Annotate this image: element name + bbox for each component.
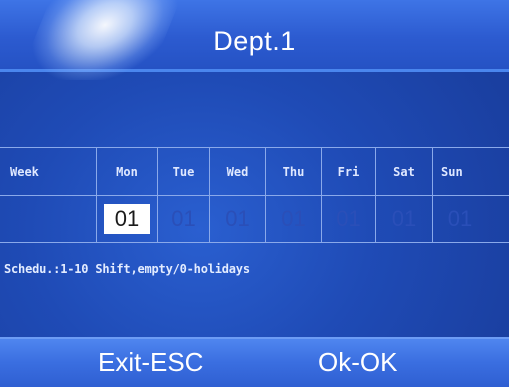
- row-label-cell: [0, 195, 97, 243]
- schedule-value-sun[interactable]: 01: [437, 204, 483, 234]
- weekday-header-row: Week Mon Tue Wed Thu Fri Sat Sun: [0, 147, 509, 195]
- value-cell-sat[interactable]: 01: [376, 195, 433, 243]
- day-header-wed: Wed: [210, 147, 266, 195]
- footer-bar: Exit-ESC Ok-OK: [0, 337, 509, 387]
- schedule-value-row: 01 01 01 01 01 01 01: [0, 195, 509, 243]
- value-cell-mon[interactable]: 01: [97, 195, 158, 243]
- day-header-thu: Thu: [266, 147, 322, 195]
- schedule-value-thu[interactable]: 01: [271, 204, 317, 234]
- value-cell-thu[interactable]: 01: [266, 195, 322, 243]
- value-cell-tue[interactable]: 01: [158, 195, 210, 243]
- ok-button[interactable]: Ok-OK: [318, 347, 397, 378]
- schedule-value-tue[interactable]: 01: [161, 204, 207, 234]
- day-header-fri: Fri: [322, 147, 376, 195]
- week-header-label: Week: [0, 147, 97, 195]
- exit-button[interactable]: Exit-ESC: [98, 347, 203, 378]
- day-header-sun: Sun: [433, 147, 509, 195]
- value-cell-sun[interactable]: 01: [433, 195, 509, 243]
- value-cell-wed[interactable]: 01: [210, 195, 266, 243]
- schedule-value-mon[interactable]: 01: [104, 204, 150, 234]
- schedule-hint-text: Schedu.:1-10 Shift,empty/0-holidays: [4, 262, 250, 276]
- title-bar: Dept.1: [0, 0, 509, 80]
- schedule-value-wed[interactable]: 01: [215, 204, 261, 234]
- schedule-value-sat[interactable]: 01: [381, 204, 427, 234]
- day-header-mon: Mon: [97, 147, 158, 195]
- day-header-tue: Tue: [158, 147, 210, 195]
- value-cell-fri[interactable]: 01: [322, 195, 376, 243]
- device-screen: Dept.1 Week Mon Tue Wed Thu Fri Sat Sun …: [0, 0, 509, 387]
- day-header-sat: Sat: [376, 147, 433, 195]
- page-title: Dept.1: [213, 26, 296, 56]
- week-schedule-grid: Week Mon Tue Wed Thu Fri Sat Sun 01 01 0…: [0, 147, 509, 243]
- schedule-value-fri[interactable]: 01: [326, 204, 372, 234]
